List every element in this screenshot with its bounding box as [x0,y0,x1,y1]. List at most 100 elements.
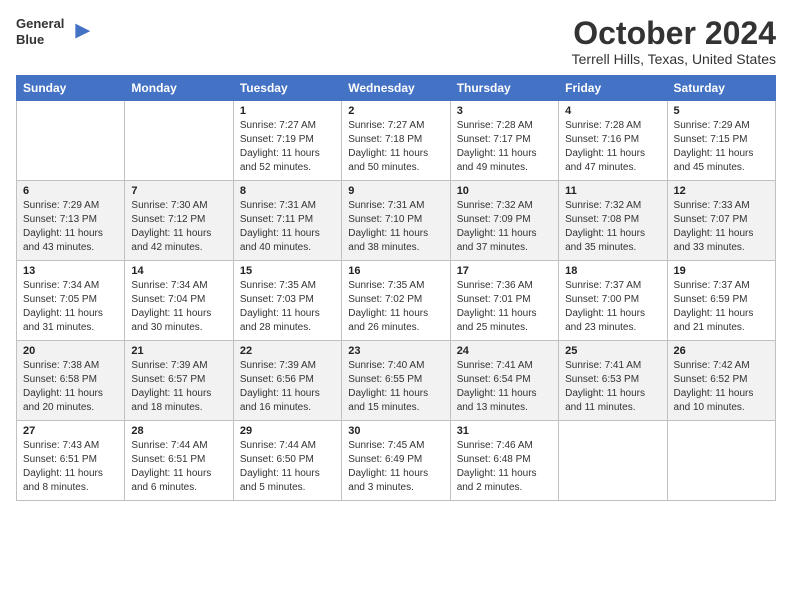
day-number: 30 [348,425,443,437]
calendar-cell: 1 Sunrise: 7:27 AMSunset: 7:19 PMDaylight… [233,101,341,181]
logo-text: General Blue [16,16,64,47]
day-info: Sunrise: 7:27 AMSunset: 7:19 PMDaylight:… [240,119,335,175]
page: General Blue October 2024 Terrell Hills,… [0,0,792,511]
calendar-cell: 10 Sunrise: 7:32 AMSunset: 7:09 PMDayligh… [450,181,558,261]
day-number: 31 [457,425,552,437]
calendar-cell: 18 Sunrise: 7:37 AMSunset: 7:00 PMDayligh… [559,261,667,341]
day-info: Sunrise: 7:41 AMSunset: 6:53 PMDaylight:… [565,359,660,415]
day-number: 28 [131,425,226,437]
calendar-cell: 2 Sunrise: 7:27 AMSunset: 7:18 PMDaylight… [342,101,450,181]
day-number: 4 [565,105,660,117]
day-number: 24 [457,345,552,357]
day-info: Sunrise: 7:32 AMSunset: 7:08 PMDaylight:… [565,199,660,255]
day-number: 22 [240,345,335,357]
calendar-row-5: 27Sunrise: 7:43 AMSunset: 6:51 PMDayligh… [17,421,776,501]
day-number: 21 [131,345,226,357]
day-number: 27 [23,425,118,437]
day-number: 7 [131,185,226,197]
day-number: 26 [674,345,769,357]
title-block: October 2024 Terrell Hills, Texas, Unite… [572,16,776,67]
logo-line2: Blue [16,32,64,48]
calendar-cell: 15 Sunrise: 7:35 AMSunset: 7:03 PMDayligh… [233,261,341,341]
calendar-cell: 24 Sunrise: 7:41 AMSunset: 6:54 PMDayligh… [450,341,558,421]
logo-icon [66,18,94,46]
day-info: Sunrise: 7:37 AMSunset: 6:59 PMDaylight:… [674,279,769,335]
logo: General Blue [16,16,94,47]
day-number: 12 [674,185,769,197]
calendar-cell: 12 Sunrise: 7:33 AMSunset: 7:07 PMDayligh… [667,181,775,261]
day-number: 2 [348,105,443,117]
header: General Blue October 2024 Terrell Hills,… [16,16,776,67]
col-saturday: Saturday [667,76,775,101]
day-info: Sunrise: 7:37 AMSunset: 7:00 PMDaylight:… [565,279,660,335]
day-info: Sunrise: 7:39 AMSunset: 6:56 PMDaylight:… [240,359,335,415]
day-number: 6 [23,185,118,197]
calendar-cell: 8Sunrise: 7:31 AMSunset: 7:11 PMDaylight… [233,181,341,261]
calendar-cell [125,101,233,181]
col-tuesday: Tuesday [233,76,341,101]
day-info: Sunrise: 7:35 AMSunset: 7:03 PMDaylight:… [240,279,335,335]
calendar-cell: 20 Sunrise: 7:38 AMSunset: 6:58 PMDayligh… [17,341,125,421]
calendar-cell: 31 Sunrise: 7:46 AMSunset: 6:48 PMDayligh… [450,421,558,501]
calendar-cell: 21 Sunrise: 7:39 AMSunset: 6:57 PMDayligh… [125,341,233,421]
day-number: 1 [240,105,335,117]
calendar-cell: 22 Sunrise: 7:39 AMSunset: 6:56 PMDayligh… [233,341,341,421]
day-info: Sunrise: 7:42 AMSunset: 6:52 PMDaylight:… [674,359,769,415]
calendar-cell: 17 Sunrise: 7:36 AMSunset: 7:01 PMDayligh… [450,261,558,341]
day-info: Sunrise: 7:29 AMSunset: 7:15 PMDaylight:… [674,119,769,175]
calendar-cell: 29Sunrise: 7:44 AMSunset: 6:50 PMDayligh… [233,421,341,501]
day-number: 25 [565,345,660,357]
col-wednesday: Wednesday [342,76,450,101]
day-number: 15 [240,265,335,277]
calendar-cell [667,421,775,501]
day-number: 14 [131,265,226,277]
day-info: Sunrise: 7:30 AMSunset: 7:12 PMDaylight:… [131,199,226,255]
calendar-cell: 6 Sunrise: 7:29 AMSunset: 7:13 PMDaylight… [17,181,125,261]
calendar-cell: 14Sunrise: 7:34 AMSunset: 7:04 PMDayligh… [125,261,233,341]
calendar-cell: 11Sunrise: 7:32 AMSunset: 7:08 PMDayligh… [559,181,667,261]
day-info: Sunrise: 7:31 AMSunset: 7:11 PMDaylight:… [240,199,335,255]
calendar-cell: 5Sunrise: 7:29 AMSunset: 7:15 PMDaylight… [667,101,775,181]
day-number: 9 [348,185,443,197]
day-info: Sunrise: 7:29 AMSunset: 7:13 PMDaylight:… [23,199,118,255]
calendar-row-4: 20 Sunrise: 7:38 AMSunset: 6:58 PMDayligh… [17,341,776,421]
day-info: Sunrise: 7:32 AMSunset: 7:09 PMDaylight:… [457,199,552,255]
day-info: Sunrise: 7:40 AMSunset: 6:55 PMDaylight:… [348,359,443,415]
day-number: 16 [348,265,443,277]
day-number: 3 [457,105,552,117]
day-number: 29 [240,425,335,437]
calendar-cell: 19 Sunrise: 7:37 AMSunset: 6:59 PMDayligh… [667,261,775,341]
calendar-cell: 28Sunrise: 7:44 AMSunset: 6:51 PMDayligh… [125,421,233,501]
calendar-cell: 16 Sunrise: 7:35 AMSunset: 7:02 PMDayligh… [342,261,450,341]
day-info: Sunrise: 7:41 AMSunset: 6:54 PMDaylight:… [457,359,552,415]
header-row: Sunday Monday Tuesday Wednesday Thursday… [17,76,776,101]
day-number: 18 [565,265,660,277]
calendar-row-2: 6 Sunrise: 7:29 AMSunset: 7:13 PMDaylight… [17,181,776,261]
day-number: 20 [23,345,118,357]
page-title: October 2024 [572,16,776,51]
day-info: Sunrise: 7:33 AMSunset: 7:07 PMDaylight:… [674,199,769,255]
day-number: 13 [23,265,118,277]
day-info: Sunrise: 7:36 AMSunset: 7:01 PMDaylight:… [457,279,552,335]
calendar-row-1: 1 Sunrise: 7:27 AMSunset: 7:19 PMDaylight… [17,101,776,181]
calendar-cell: 3 Sunrise: 7:28 AMSunset: 7:17 PMDaylight… [450,101,558,181]
day-info: Sunrise: 7:38 AMSunset: 6:58 PMDaylight:… [23,359,118,415]
day-info: Sunrise: 7:27 AMSunset: 7:18 PMDaylight:… [348,119,443,175]
day-number: 10 [457,185,552,197]
calendar-cell: 27Sunrise: 7:43 AMSunset: 6:51 PMDayligh… [17,421,125,501]
logo-line1: General [16,16,64,32]
day-info: Sunrise: 7:28 AMSunset: 7:16 PMDaylight:… [565,119,660,175]
day-number: 19 [674,265,769,277]
calendar-cell: 23Sunrise: 7:40 AMSunset: 6:55 PMDayligh… [342,341,450,421]
day-info: Sunrise: 7:46 AMSunset: 6:48 PMDaylight:… [457,439,552,495]
day-number: 17 [457,265,552,277]
day-info: Sunrise: 7:35 AMSunset: 7:02 PMDaylight:… [348,279,443,335]
col-thursday: Thursday [450,76,558,101]
calendar-row-3: 13Sunrise: 7:34 AMSunset: 7:05 PMDayligh… [17,261,776,341]
col-friday: Friday [559,76,667,101]
calendar-cell: 25 Sunrise: 7:41 AMSunset: 6:53 PMDayligh… [559,341,667,421]
day-info: Sunrise: 7:39 AMSunset: 6:57 PMDaylight:… [131,359,226,415]
page-subtitle: Terrell Hills, Texas, United States [572,51,776,67]
day-info: Sunrise: 7:28 AMSunset: 7:17 PMDaylight:… [457,119,552,175]
col-monday: Monday [125,76,233,101]
